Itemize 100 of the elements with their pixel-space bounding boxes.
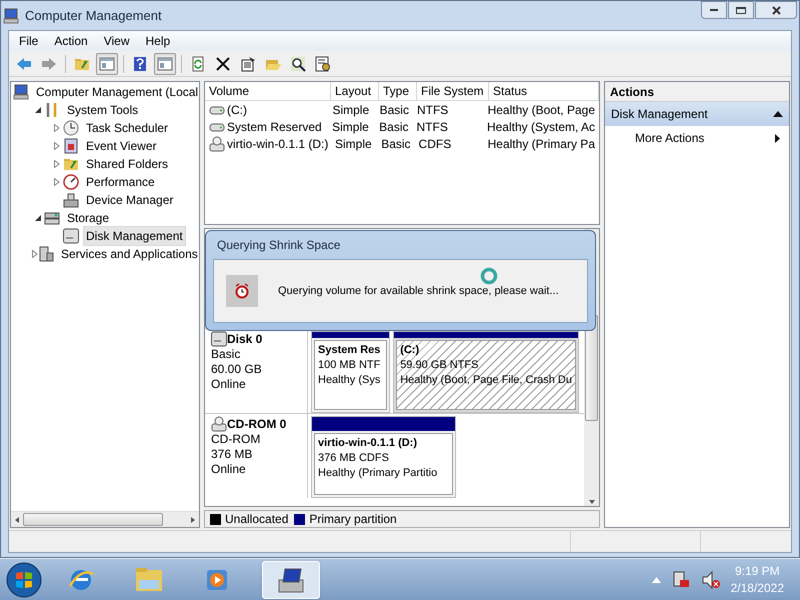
partition-status: Healthy (Primary Partitio xyxy=(318,466,438,481)
start-orb-icon[interactable] xyxy=(6,562,42,598)
column-header[interactable]: Type xyxy=(379,82,417,100)
table-cell-text: Simple xyxy=(332,118,369,136)
action-item[interactable]: More Actions xyxy=(605,126,789,150)
disk-type: CD-ROM xyxy=(211,432,262,447)
column-header[interactable]: Status xyxy=(489,82,599,100)
table-cell-text: Basic xyxy=(380,102,409,118)
partition-block[interactable]: (C:) 59.90 GB NTFS Healthy (Boot, Page File, Crash Du xyxy=(393,331,579,413)
partition-block[interactable]: virtio-win-0.1.1 (D:) 376 MB CDFS Healthy (Primary Partitio xyxy=(311,416,456,498)
collapse-caret-icon xyxy=(773,111,783,117)
table-cell-text: Basic xyxy=(379,118,409,136)
back-arrow-icon xyxy=(16,56,32,72)
delete-icon xyxy=(215,56,231,72)
expanded-arrow-icon[interactable] xyxy=(34,214,42,222)
disk-type: Basic xyxy=(211,347,242,362)
actions-header: Actions xyxy=(605,82,789,102)
properties-icon xyxy=(240,56,256,72)
table-cell-text: Simple xyxy=(332,102,370,118)
device-icon xyxy=(63,192,79,208)
table-cell-text: NTFS xyxy=(416,102,448,118)
submenu-arrow-icon xyxy=(775,134,780,142)
table-cell-text: Healthy (Boot, Page xyxy=(488,102,595,118)
menu-item[interactable]: File xyxy=(13,32,44,50)
disk-name: Disk 0 xyxy=(227,332,262,346)
legend-label: Unallocated xyxy=(225,511,288,528)
disk-name: CD-ROM 0 xyxy=(227,416,286,432)
collapsed-arrow-icon[interactable] xyxy=(54,160,60,168)
partition-size: 59.90 GB NTFS xyxy=(400,358,478,373)
pane-icon xyxy=(99,56,115,72)
volume-muted-icon[interactable] xyxy=(700,570,721,590)
menu-item[interactable]: View xyxy=(98,32,136,50)
collapsed-arrow-icon[interactable] xyxy=(54,124,60,132)
menu-item[interactable]: Help xyxy=(140,32,176,50)
collapsed-arrow-icon[interactable] xyxy=(54,178,60,186)
tree-item[interactable]: Performance xyxy=(83,172,158,192)
partition-name: System Res xyxy=(318,343,380,358)
taskbar-button[interactable] xyxy=(262,560,320,598)
tree-item[interactable]: Device Manager xyxy=(83,190,176,210)
horizontal-scrollbar[interactable] xyxy=(11,511,199,527)
gauge-icon xyxy=(63,174,79,190)
folder-icon xyxy=(63,156,79,172)
table-cell-text: NTFS xyxy=(416,118,448,136)
collapsed-arrow-icon[interactable] xyxy=(32,250,38,258)
disk-size: 60.00 GB xyxy=(211,362,263,377)
minimize-button[interactable] xyxy=(701,1,727,19)
partition-name: (C:) xyxy=(400,343,420,358)
disk-size: 376 MB xyxy=(211,447,254,462)
tree-item[interactable]: Event Viewer xyxy=(83,136,160,156)
partition-status: Healthy (Boot, Page File, Crash Du xyxy=(400,373,572,388)
scroll-left-icon[interactable] xyxy=(13,516,21,524)
scroll-right-icon[interactable] xyxy=(189,516,197,524)
partition-block[interactable]: System Res 100 MB NTF Healthy (Sys xyxy=(311,331,390,413)
log-icon xyxy=(63,138,79,154)
tree-item[interactable]: Storage xyxy=(64,208,112,228)
partition-size: 376 MB CDFS xyxy=(318,451,389,466)
disk-status: Online xyxy=(211,462,247,477)
close-icon xyxy=(772,6,780,14)
partition-name: virtio-win-0.1.1 (D:) xyxy=(318,436,418,451)
pane-button[interactable] xyxy=(96,52,118,74)
help-icon xyxy=(132,56,148,72)
tree-item[interactable]: Disk Management xyxy=(83,226,186,246)
tree-item[interactable]: Services and Applications xyxy=(58,244,199,264)
tree-item[interactable]: System Tools xyxy=(64,100,142,120)
actions-section[interactable]: Disk Management xyxy=(605,102,789,126)
storage-icon xyxy=(44,210,60,226)
column-header[interactable]: Volume xyxy=(205,82,331,100)
table-cell-text: (C:) xyxy=(227,102,247,118)
magnifier-icon xyxy=(290,56,306,72)
busy-cursor-icon xyxy=(480,267,498,285)
network-icon[interactable] xyxy=(670,570,691,590)
tree-item[interactable]: Shared Folders xyxy=(83,154,172,174)
maximize-button[interactable] xyxy=(728,1,754,19)
clock-icon xyxy=(63,120,79,136)
tree-item[interactable]: Computer Management (Local xyxy=(33,82,199,102)
column-header[interactable]: Layout xyxy=(331,82,379,100)
collapsed-arrow-icon[interactable] xyxy=(54,142,60,150)
legend-label: Primary partition xyxy=(309,511,397,528)
computer-icon xyxy=(13,84,29,100)
dialog-title: Querying Shrink Space xyxy=(216,237,342,254)
window-title: Computer Management xyxy=(25,6,162,25)
scrollbar-thumb[interactable] xyxy=(23,513,163,526)
settings-icon xyxy=(315,56,331,72)
column-header[interactable]: File System xyxy=(417,82,489,100)
refresh-icon xyxy=(190,56,206,72)
disk-status: Online xyxy=(211,377,247,392)
table-cell-text: virtio-win-0.1.1 (D:) xyxy=(227,136,328,152)
partition-status: Healthy (Sys xyxy=(318,373,380,388)
tree-item[interactable]: Task Scheduler xyxy=(83,118,172,138)
forward-arrow-icon xyxy=(41,56,57,72)
dialog-message: Querying volume for available shrink space, please wait... xyxy=(278,284,559,299)
table-cell-text: Simple xyxy=(335,136,372,152)
expanded-arrow-icon[interactable] xyxy=(34,106,42,114)
close-button[interactable] xyxy=(755,1,797,19)
pane-icon xyxy=(157,56,173,72)
table-cell-text: Basic xyxy=(381,136,411,152)
scroll-down-icon[interactable] xyxy=(588,498,596,506)
menu-item[interactable]: Action xyxy=(48,32,94,50)
computer-icon xyxy=(3,8,19,24)
pane-button[interactable] xyxy=(154,52,176,74)
